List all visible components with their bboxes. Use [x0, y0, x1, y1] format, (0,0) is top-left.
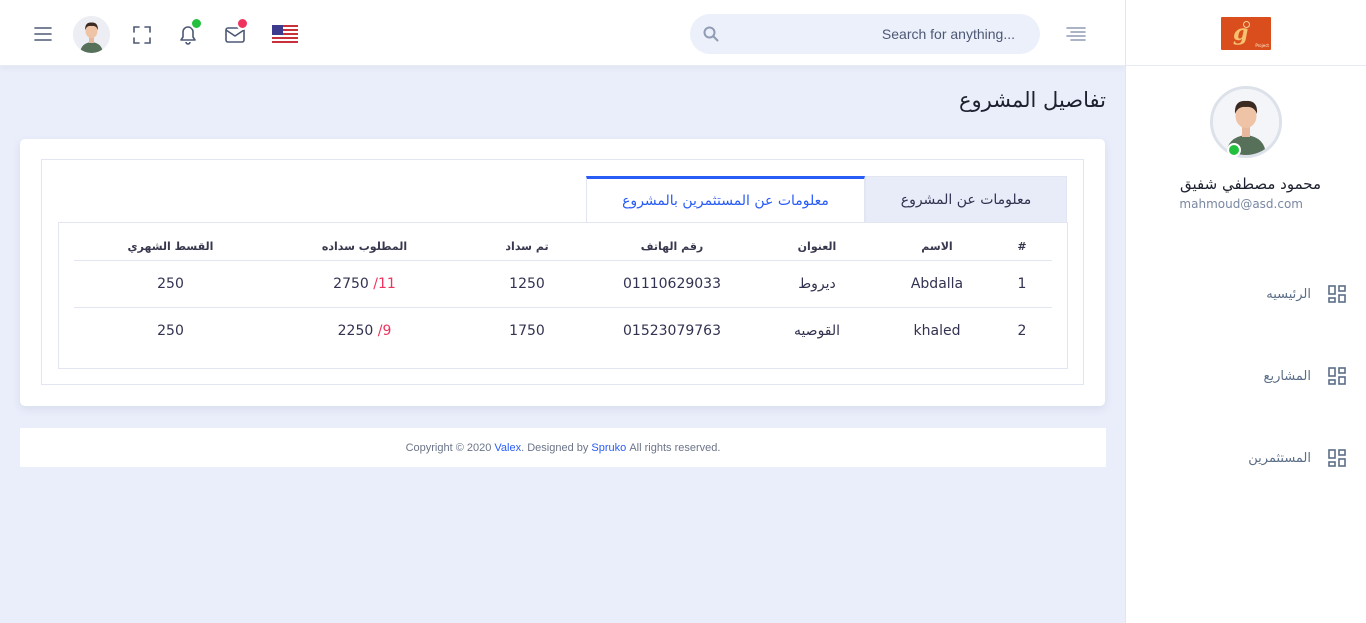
paid-amount: 1250: [462, 260, 592, 308]
sidebar-item-projects[interactable]: المشاريع: [1146, 365, 1346, 387]
dashboard-grid-icon: [1327, 367, 1346, 386]
menu-icon[interactable]: [32, 24, 54, 44]
sidebar-item-label: المشاريع: [1263, 368, 1311, 384]
required-amount: 9/ 2250: [267, 307, 462, 354]
tab-bar: معلومات عن المشروع معلومات عن المستثمرين…: [586, 176, 1067, 223]
top-header: [0, 0, 1125, 66]
designed-by-text: . Designed by: [521, 441, 589, 454]
table-row[interactable]: 1 Abdalla ديروط 01110629033 1250 11/ 275…: [74, 260, 1052, 308]
card-inner: معلومات عن المشروع معلومات عن المستثمرين…: [41, 159, 1084, 385]
tab-investors-info[interactable]: معلومات عن المستثمرين بالمشروع: [586, 176, 865, 223]
dashboard-grid-icon: [1327, 449, 1346, 468]
column-header: رقم الهاتف: [592, 233, 752, 261]
table-header-row: # الاسم العنوان رقم الهاتف تم سداد المطل…: [74, 233, 1052, 261]
sidebar-item-label: الرئيسيه: [1266, 286, 1311, 302]
investor-name: khaled: [913, 322, 961, 339]
investors-table: # الاسم العنوان رقم الهاتف تم سداد المطل…: [74, 233, 1052, 354]
copyright-text: Copyright © 2020: [405, 441, 492, 454]
notification-badge: [190, 17, 203, 30]
installments-count: 9: [382, 322, 392, 339]
project-details-card: معلومات عن المشروع معلومات عن المستثمرين…: [20, 139, 1105, 406]
page-title: تفاصيل المشروع: [959, 88, 1106, 112]
online-status-dot: [1227, 143, 1241, 157]
profile-name: محمود مصطفي شفيق: [1180, 175, 1321, 193]
investor-name: Abdalla: [882, 260, 992, 308]
tab-panel-investors: # الاسم العنوان رقم الهاتف تم سداد المطل…: [58, 222, 1068, 369]
investor-address: ديروط: [752, 260, 882, 308]
profile-avatar[interactable]: [1210, 86, 1282, 158]
column-header: الاسم: [882, 233, 992, 261]
sidebar-item-label: المستثمرين: [1248, 450, 1311, 466]
mail-badge: [236, 17, 249, 30]
column-header: #: [992, 233, 1052, 261]
us-flag-icon[interactable]: [272, 25, 298, 43]
required-total: 2250: [337, 322, 374, 339]
fullscreen-icon[interactable]: [132, 25, 152, 45]
sidebar-item-home[interactable]: الرئيسيه: [1146, 283, 1346, 305]
sidebar-item-investors[interactable]: المستثمرين: [1146, 447, 1346, 469]
column-header: القسط الشهري: [74, 233, 267, 261]
investor-phone: 01110629033: [592, 260, 752, 308]
installments-count: 11: [377, 275, 396, 292]
dashboard-grid-icon: [1327, 285, 1346, 304]
row-number: 2: [1017, 322, 1027, 339]
paid-amount: 1750: [509, 322, 545, 339]
designer-link[interactable]: Spruko: [591, 442, 626, 454]
search-bar: [690, 14, 1040, 54]
monthly-installment: 250: [157, 322, 184, 339]
avatar[interactable]: [73, 16, 110, 53]
rights-text: All rights reserved.: [629, 441, 721, 454]
column-header: العنوان: [752, 233, 882, 261]
search-icon[interactable]: [702, 25, 720, 43]
column-header: المطلوب سداده: [267, 233, 462, 261]
search-input[interactable]: [730, 14, 1015, 54]
sidebar: g Project محمود مصطفي شفيق mahmoud@asd.co…: [1125, 0, 1366, 623]
brand-logo[interactable]: g Project: [1221, 17, 1271, 50]
investor-address: القوصيه: [793, 322, 841, 339]
brand-link[interactable]: Valex: [494, 442, 521, 454]
row-number: 1: [992, 260, 1052, 308]
column-header: تم سداد: [462, 233, 592, 261]
required-total: 2750: [333, 275, 369, 292]
monthly-installment: 250: [74, 260, 267, 308]
footer: Copyright © 2020 Valex. Designed by Spru…: [20, 428, 1106, 467]
required-amount: 11/ 2750: [267, 260, 462, 308]
table-row[interactable]: 2 khaled القوصيه 01523079763 1750 9/ 225…: [74, 307, 1052, 354]
tab-project-info[interactable]: معلومات عن المشروع: [865, 176, 1067, 223]
profile-email: mahmoud@asd.com: [1179, 197, 1303, 211]
investor-phone: 01523079763: [623, 322, 721, 339]
align-right-icon[interactable]: [1064, 25, 1088, 43]
logo-area: g Project: [1126, 0, 1366, 66]
